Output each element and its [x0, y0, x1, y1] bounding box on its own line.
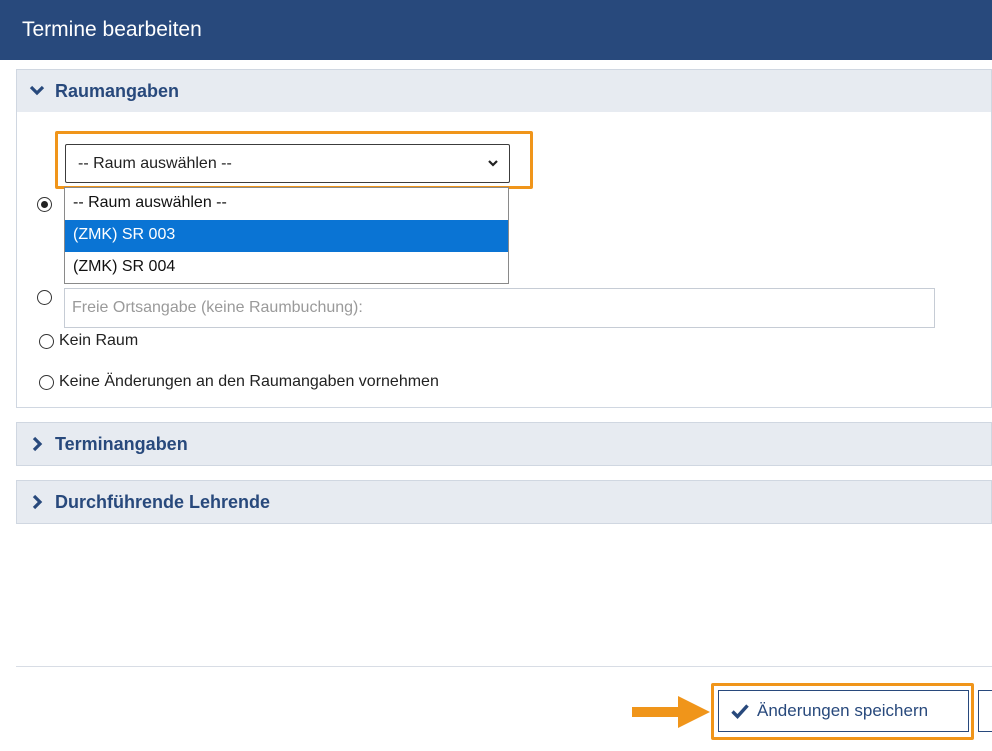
dropdown-option-selected[interactable]: (ZMK) SR 003: [65, 220, 508, 252]
section-label: Raumangaben: [55, 80, 180, 101]
radio-no-changes[interactable]: [39, 375, 54, 390]
section-terminangaben[interactable]: Terminangaben: [16, 422, 992, 466]
chevron-right-icon: [32, 494, 43, 510]
radio-free-location[interactable]: [37, 290, 52, 305]
no-room-label: Kein Raum: [59, 332, 139, 349]
chevron-right-icon: [32, 436, 43, 452]
footer-divider: [16, 666, 992, 667]
dropdown-option[interactable]: (ZMK) SR 004: [65, 252, 508, 284]
chevron-down-icon: [488, 160, 498, 167]
section-durchfuehrende-lehrende[interactable]: Durchführende Lehrende: [16, 480, 992, 524]
no-changes-label: Keine Änderungen an den Raumangaben vorn…: [59, 373, 439, 390]
save-changes-button[interactable]: Änderungen speichern: [718, 690, 969, 732]
arrow-right-icon: [632, 696, 710, 728]
radio-room-booking[interactable]: [37, 197, 52, 212]
room-select-value: -- Raum auswählen --: [78, 155, 232, 172]
section-label: Durchführende Lehrende: [55, 491, 271, 512]
dialog-title: Termine bearbeiten: [0, 0, 992, 60]
checkmark-icon: [731, 704, 749, 719]
dropdown-option[interactable]: -- Raum auswählen --: [65, 188, 508, 220]
chevron-down-icon: [29, 85, 45, 96]
free-location-input[interactable]: [64, 288, 935, 328]
section-raumangaben[interactable]: Raumangaben: [16, 69, 992, 112]
save-button-label: Änderungen speichern: [757, 701, 929, 720]
room-select[interactable]: -- Raum auswählen --: [65, 144, 510, 183]
room-dropdown-list: -- Raum auswählen -- (ZMK) SR 003 (ZMK) …: [64, 187, 509, 284]
cancel-button[interactable]: [978, 690, 992, 732]
radio-no-room[interactable]: [39, 334, 54, 349]
section-label: Terminangaben: [55, 433, 188, 454]
